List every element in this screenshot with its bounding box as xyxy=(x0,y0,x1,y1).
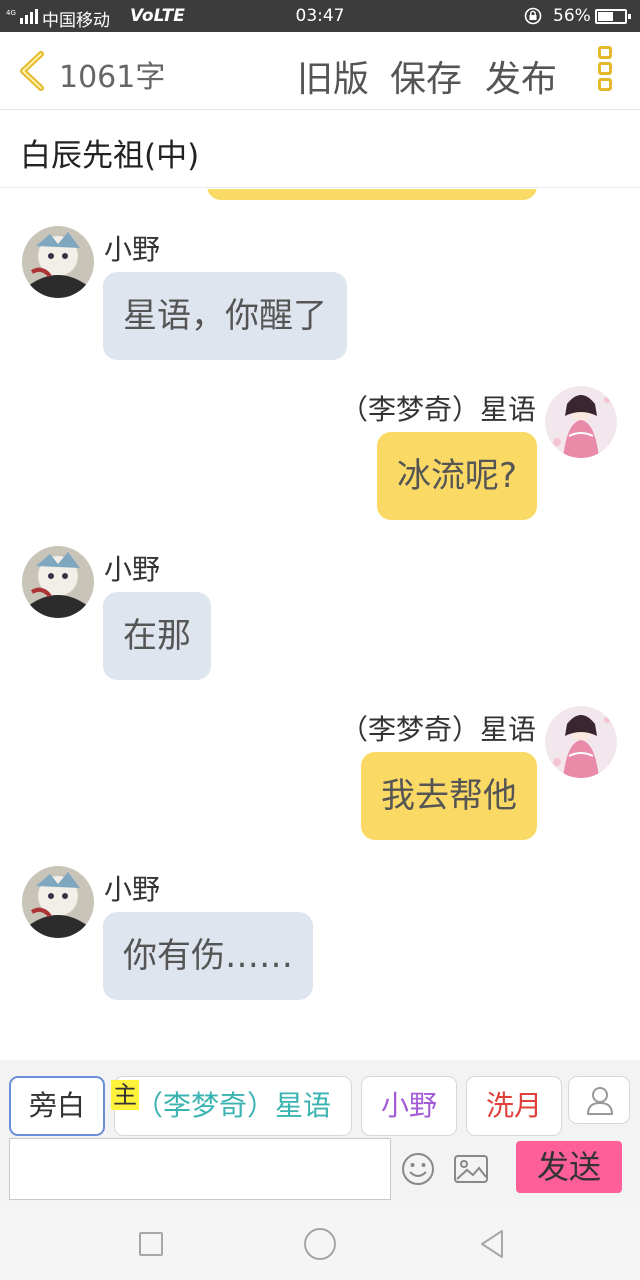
girl-avatar[interactable] xyxy=(545,386,617,458)
manage-roles-user-icon[interactable] xyxy=(568,1076,630,1124)
chat-message[interactable]: 小野你有伤…… xyxy=(0,866,640,1026)
publish-button[interactable]: 发布 xyxy=(485,50,557,102)
boy-avatar[interactable] xyxy=(22,546,94,618)
home-icon[interactable] xyxy=(304,1228,336,1260)
chat-message[interactable]: 小野星语，你醒了 xyxy=(0,226,640,386)
image-icon[interactable] xyxy=(453,1153,489,1185)
recent-apps-icon[interactable] xyxy=(139,1232,163,1256)
role-label: 旁白 xyxy=(28,1089,85,1122)
message-bubble[interactable]: 星语，你醒了 xyxy=(103,272,347,360)
message-bubble[interactable]: 我去帮他 xyxy=(361,752,537,840)
role-label: 小野 xyxy=(380,1089,437,1122)
girl-avatar[interactable] xyxy=(545,706,617,778)
chat-message[interactable]: 小野 在那 xyxy=(0,546,640,706)
role-label: 洗月 xyxy=(485,1089,542,1122)
chat-message[interactable]: （李梦奇）星语我去帮他 xyxy=(0,706,640,866)
emoji-icon[interactable] xyxy=(400,1151,436,1187)
message-bubble-partial xyxy=(207,189,537,200)
role-main-character[interactable]: （李梦奇）星语 xyxy=(114,1076,352,1136)
chapter-title[interactable]: 白辰先祖(中) xyxy=(20,130,199,175)
chat-message[interactable]: （李梦奇）星语冰流呢? xyxy=(0,386,640,546)
message-input[interactable] xyxy=(9,1138,391,1200)
editor-header: 1061字 旧版 保存 发布 xyxy=(0,32,640,110)
status-bar: 4G 中国移动 VoLTE 03:47 56% xyxy=(0,0,640,32)
role-xiaoye[interactable]: 小野 xyxy=(361,1076,457,1136)
rotation-lock-icon xyxy=(524,7,542,25)
role-xiyue[interactable]: 洗月 xyxy=(466,1076,562,1136)
role-label: （李梦奇）星语 xyxy=(134,1089,331,1122)
chat-area[interactable]: 小野 星语，你醒了 （李梦奇）星语 冰流呢? 小野 在那 （李梦奇）星语 我去帮他 小野 你有伤…… xyxy=(0,189,640,1060)
user-icon xyxy=(586,1087,614,1115)
sender-name: （李梦奇）星语 xyxy=(339,393,536,426)
system-nav-bar xyxy=(0,1206,640,1280)
main-role-badge: 主 xyxy=(111,1080,139,1110)
message-bubble[interactable]: 冰流呢? xyxy=(376,432,537,520)
back-chevron-icon[interactable] xyxy=(14,50,50,92)
boy-avatar[interactable] xyxy=(22,226,94,298)
chapter-title-bar[interactable]: 白辰先祖(中) xyxy=(0,110,640,188)
sender-name: （李梦奇）星语 xyxy=(339,713,536,746)
clock: 03:47 xyxy=(295,6,345,26)
send-button[interactable]: 发送 xyxy=(516,1141,622,1193)
save-button[interactable]: 保存 xyxy=(390,50,462,102)
boy-avatar[interactable] xyxy=(22,866,94,938)
sender-name: 小野 xyxy=(104,873,161,906)
battery-icon xyxy=(595,9,631,24)
role-narrator[interactable]: 旁白 xyxy=(9,1076,105,1136)
battery-percent: 56% xyxy=(553,6,591,26)
compose-bar: 旁白 （李梦奇）星语 主 小野 洗月 发送 xyxy=(0,1060,640,1206)
sender-name: 小野 xyxy=(104,233,161,266)
word-count: 1061字 xyxy=(59,60,166,95)
sender-name: 小野 xyxy=(104,553,161,586)
message-bubble[interactable]: 在那 xyxy=(103,592,211,680)
message-bubble[interactable]: 你有伤…… xyxy=(103,912,313,1000)
old-version-button[interactable]: 旧版 xyxy=(297,50,369,102)
more-menu-icon[interactable] xyxy=(594,46,616,96)
back-triangle-icon[interactable] xyxy=(478,1228,506,1260)
